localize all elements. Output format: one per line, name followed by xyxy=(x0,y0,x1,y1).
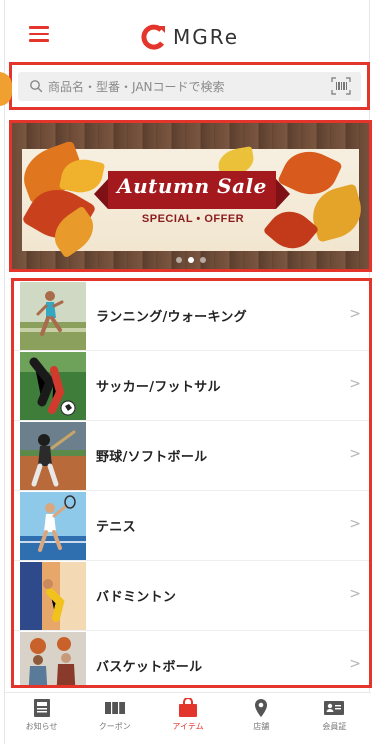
tab-coupon[interactable]: クーポン xyxy=(78,693,151,744)
category-item-running[interactable]: ランニング/ウォーキング > xyxy=(14,281,369,351)
map-pin-icon xyxy=(255,699,268,717)
sale-ribbon: Autumn Sale xyxy=(94,171,290,209)
promo-banner-section: Autumn Sale SPECIAL • OFFER xyxy=(9,120,372,272)
running-thumbnail xyxy=(20,282,86,350)
tennis-thumbnail xyxy=(20,492,86,560)
carousel-dot[interactable] xyxy=(175,257,182,263)
tab-label: クーポン xyxy=(98,722,131,731)
chevron-right-icon: > xyxy=(349,306,361,322)
promo-banner[interactable]: Autumn Sale SPECIAL • OFFER xyxy=(12,123,369,269)
basketball-thumbnail xyxy=(20,632,86,685)
search-input[interactable] xyxy=(48,76,318,97)
logo-mark-icon xyxy=(141,24,165,50)
tab-member-card[interactable]: 会員証 xyxy=(298,693,371,744)
category-item-baseball[interactable]: 野球/ソフトボール > xyxy=(14,421,369,491)
search-section xyxy=(9,62,370,110)
category-label: サッカー/フットサル xyxy=(96,380,221,395)
app-logo[interactable]: MGRe xyxy=(141,22,239,52)
chevron-right-icon: > xyxy=(349,446,361,462)
carousel-indicator xyxy=(12,257,369,263)
category-list: ランニング/ウォーキング > サッカー/フットサル > 野球/ソフトボール > … xyxy=(11,278,372,688)
category-item-basketball[interactable]: バスケットボール > xyxy=(14,631,369,685)
autumn-leaf-decoration xyxy=(262,201,320,259)
badminton-thumbnail xyxy=(20,562,86,630)
category-label: ランニング/ウォーキング xyxy=(96,310,247,325)
baseball-thumbnail xyxy=(20,422,86,490)
category-label: バスケットボール xyxy=(96,660,203,675)
search-icon xyxy=(30,80,43,93)
coupon-icon xyxy=(104,702,125,714)
banner-card: Autumn Sale SPECIAL • OFFER xyxy=(15,140,368,259)
tab-label: お知らせ xyxy=(25,722,58,731)
category-item-soccer[interactable]: サッカー/フットサル > xyxy=(14,351,369,421)
member-card-icon xyxy=(324,701,345,715)
chevron-right-icon: > xyxy=(349,376,361,392)
search-bar[interactable] xyxy=(18,72,361,101)
tab-stores[interactable]: 店舗 xyxy=(225,693,298,744)
shopping-bag-icon xyxy=(179,698,197,717)
category-label: 野球/ソフトボール xyxy=(96,450,208,465)
barcode-scan-icon[interactable] xyxy=(331,77,351,95)
hamburger-icon[interactable] xyxy=(29,26,49,42)
category-item-badminton[interactable]: バドミントン > xyxy=(14,561,369,631)
category-item-tennis[interactable]: テニス > xyxy=(14,491,369,561)
chevron-right-icon: > xyxy=(349,586,361,602)
tab-label: 店舗 xyxy=(253,722,270,731)
tab-label: 会員証 xyxy=(322,722,347,731)
tab-news[interactable]: お知らせ xyxy=(5,693,78,744)
bottom-tab-bar: お知らせ クーポン アイテム 店舗 会員証 xyxy=(5,692,371,744)
carousel-dot[interactable] xyxy=(199,257,206,263)
carousel-dot-active[interactable] xyxy=(187,257,194,263)
chevron-right-icon: > xyxy=(349,656,361,672)
logo-text: MGRe xyxy=(173,25,240,49)
category-label: テニス xyxy=(96,520,136,535)
category-label: バドミントン xyxy=(96,590,177,605)
app-header: MGRe xyxy=(5,14,371,58)
app-screen: MGRe 商品名・型番・JANコードで検索 Autumn Sale SPECIA… xyxy=(4,0,372,744)
tab-items[interactable]: アイテム xyxy=(151,693,224,744)
banner-title: Autumn Sale xyxy=(117,174,267,198)
tab-label: アイテム xyxy=(172,722,204,731)
news-icon xyxy=(33,699,50,717)
soccer-thumbnail xyxy=(20,352,86,420)
banner-subtitle: SPECIAL • OFFER xyxy=(141,213,245,225)
chevron-right-icon: > xyxy=(349,516,361,532)
